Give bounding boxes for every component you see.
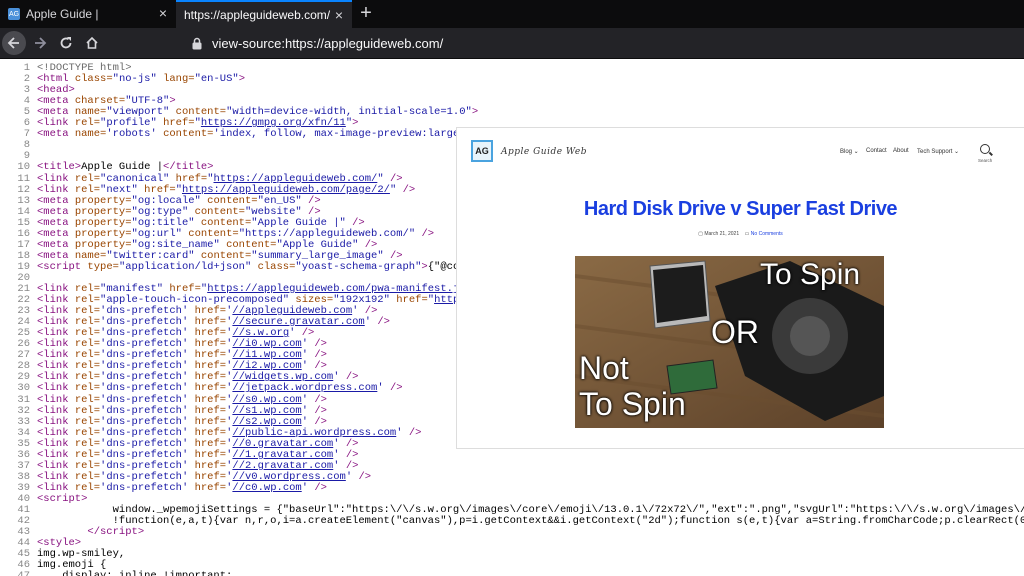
line-number: 30 (17, 382, 30, 395)
tab-appleguideweb[interactable]: https://appleguideweb.com/ × (176, 0, 352, 28)
source-line: 7 <meta name='robots' content='index, fol… (0, 129, 466, 140)
tab-label: Apple Guide | (26, 7, 99, 21)
post-date[interactable]: March 21, 2021 (704, 231, 739, 237)
post-meta: ▢ March 21, 2021 ▭ No Comments (457, 231, 1024, 237)
tab-apple-guide[interactable]: AG Apple Guide | × (0, 0, 176, 28)
forward-button[interactable] (28, 31, 52, 55)
source-line: 42 !function(e,a,t){var n,r,o,i=a.create… (0, 516, 1024, 527)
menu-item-about[interactable]: About (893, 148, 909, 154)
source-code: <meta name='robots' content='index, foll… (37, 128, 466, 141)
featured-image[interactable]: To Spin OR Not To Spin (575, 256, 884, 428)
tab-label: https://appleguideweb.com/ (184, 8, 331, 22)
line-number: 31 (17, 393, 30, 406)
search-label: Search (978, 158, 993, 163)
menu-item-contact[interactable]: Contact (866, 148, 887, 154)
line-number: 14 (17, 205, 30, 218)
line-number: 11 (17, 172, 30, 185)
source-code: <script type="application/ld+json" class… (37, 260, 472, 273)
reload-icon (60, 37, 72, 49)
calendar-icon: ▢ (698, 231, 703, 237)
line-number: 10 (17, 161, 30, 174)
back-button[interactable] (2, 31, 26, 55)
forward-arrow-icon (35, 37, 47, 49)
line-number: 47 (0, 571, 30, 576)
line-number: 12 (17, 183, 30, 196)
source-line: 8 (0, 140, 37, 151)
menu-item-tech-support[interactable]: Tech Support ⌄ (917, 148, 959, 155)
navigation-toolbar: view-source:https://appleguideweb.com/ (0, 28, 1024, 59)
post-title[interactable]: Hard Disk Drive v Super Fast Drive (457, 198, 1024, 221)
address-bar[interactable]: view-source:https://appleguideweb.com/ (190, 31, 1020, 55)
comment-icon: ▭ (744, 231, 750, 237)
site-logo[interactable]: AG (471, 140, 493, 162)
line-number: 34 (17, 426, 30, 439)
photo-caption-to-spin: To Spin (760, 258, 861, 291)
line-number: 32 (17, 404, 30, 417)
back-arrow-icon (7, 37, 19, 49)
url-text: view-source:https://appleguideweb.com/ (212, 35, 444, 51)
photo-caption-or: OR (711, 314, 759, 350)
home-button[interactable] (80, 31, 104, 55)
favicon-icon: AG (8, 8, 20, 20)
tab-bar: AG Apple Guide | × https://appleguideweb… (0, 0, 1024, 28)
photo-caption-to-spin-2: To Spin (579, 386, 686, 422)
close-icon[interactable]: × (156, 6, 170, 20)
source-code: display: inline !important; (37, 570, 232, 576)
line-number: 33 (17, 415, 30, 428)
close-icon[interactable]: × (332, 8, 346, 22)
home-icon (86, 36, 98, 49)
source-code: !function(e,a,t){var n,r,o,i=a.createEle… (37, 515, 1024, 528)
site-name[interactable]: Apple Guide Web (501, 147, 587, 157)
source-line: 47 display: inline !important; (0, 571, 232, 576)
website-preview: AG Apple Guide Web Blog ⌄ Contact About … (457, 128, 1024, 448)
menu-item-blog[interactable]: Blog ⌄ (840, 148, 859, 155)
post-comments[interactable]: No Comments (751, 231, 783, 237)
source-line: 19 <script type="application/ld+json" cla… (0, 260, 472, 273)
search-icon[interactable] (980, 144, 990, 154)
line-number: 13 (17, 194, 30, 207)
photo-caption-not: Not (579, 350, 629, 386)
new-tab-button[interactable]: + (356, 3, 376, 24)
reload-button[interactable] (54, 31, 78, 55)
lock-icon (190, 36, 204, 50)
